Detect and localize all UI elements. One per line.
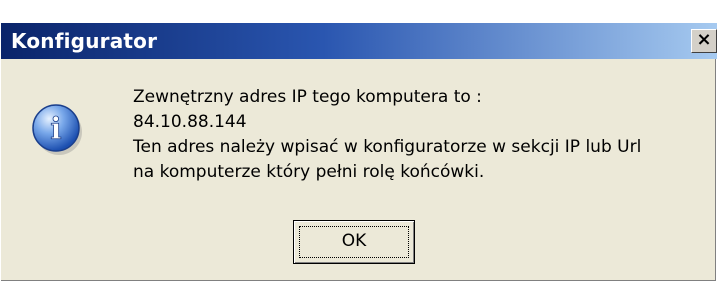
info-glyph: i — [50, 112, 61, 147]
message-line: na komputerze który pełni rolę końcówki. — [133, 162, 485, 182]
info-icon: i — [32, 104, 82, 155]
close-icon: × — [696, 29, 712, 50]
ip-address: 84.10.88.144 — [133, 112, 247, 132]
message-text: Zewnętrzny adres IP tego komputera to : … — [133, 85, 641, 185]
dialog-window: Konfigurator × i Zewnętrzny adres IP teg… — [0, 22, 717, 281]
focus-rectangle — [299, 226, 409, 258]
title-bar[interactable]: Konfigurator × — [1, 23, 717, 59]
message-line: Ten adres należy wpisać w konfiguratorze… — [133, 137, 642, 157]
window-title: Konfigurator — [11, 29, 158, 53]
ok-button[interactable]: OK — [293, 220, 415, 264]
close-button[interactable]: × — [691, 29, 717, 53]
message-line: Zewnętrzny adres IP tego komputera to : — [133, 87, 482, 107]
